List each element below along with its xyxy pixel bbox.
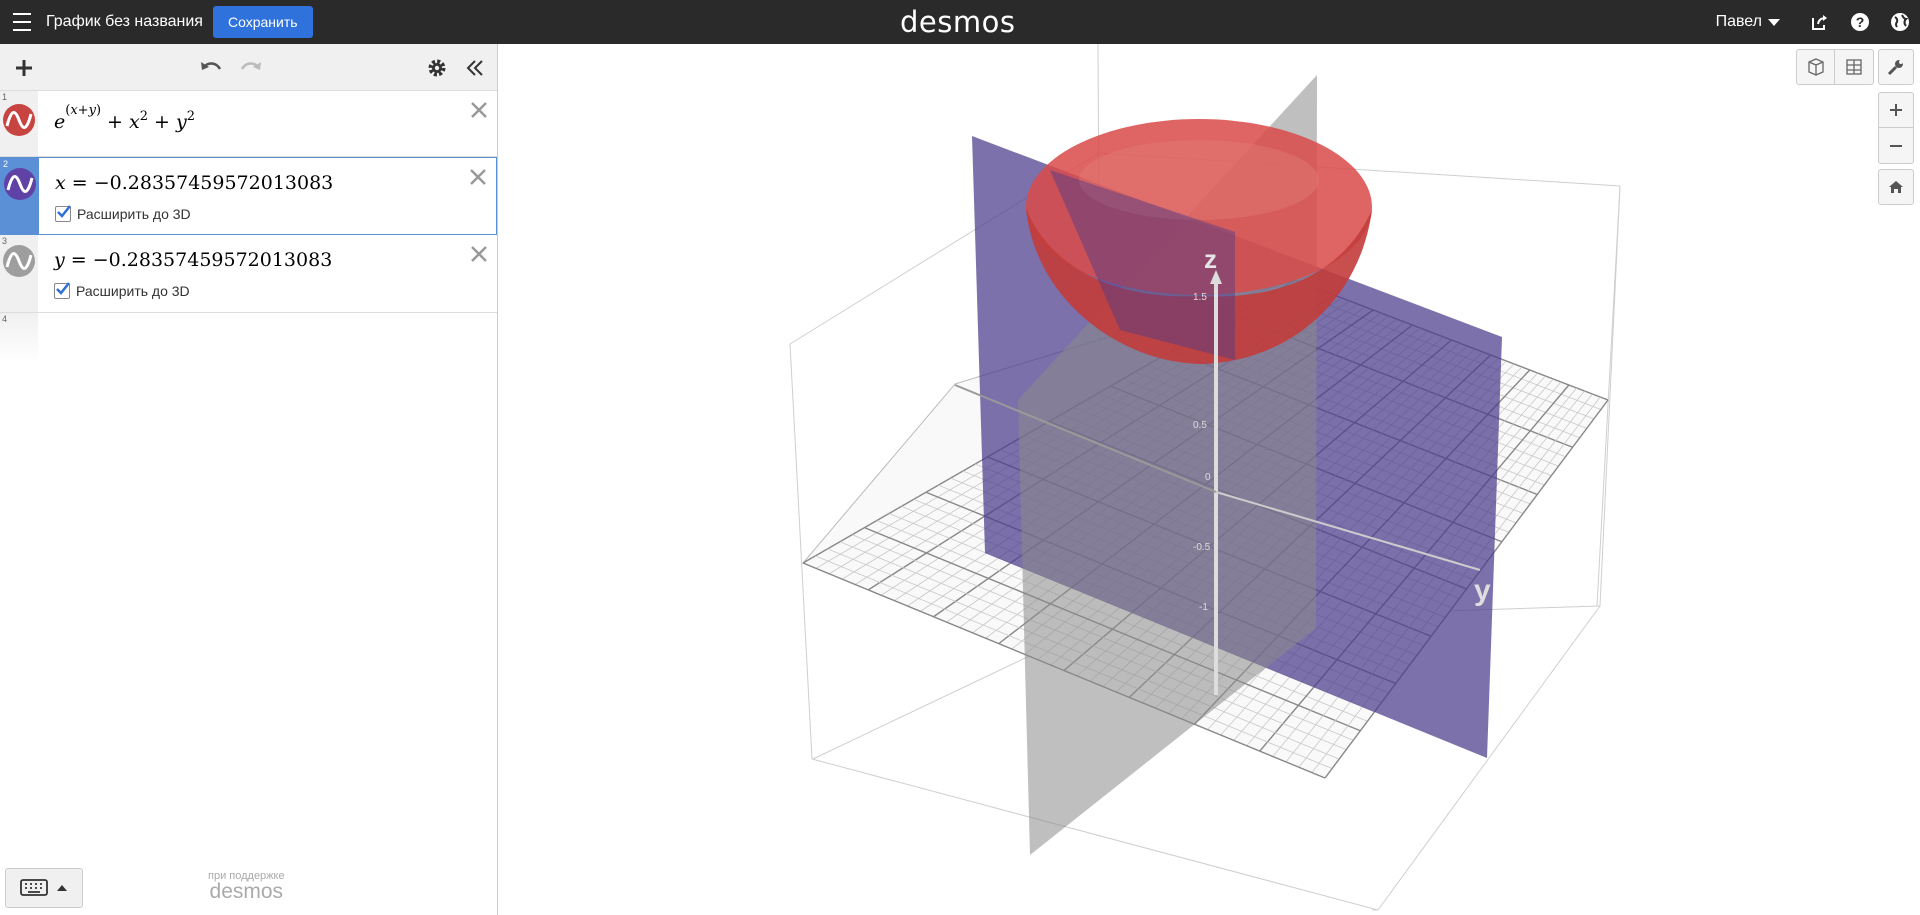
view-toggle-group [1796,49,1874,85]
z-tick-label: -1 [1199,602,1208,613]
z-tick-label: 0.5 [1193,420,1207,431]
expression-index: 1 [2,92,8,102]
grid-view-icon[interactable] [1835,50,1873,84]
zoom-controls [1878,92,1914,164]
expression-gutter: 1 [0,91,38,156]
extend-3d-checkbox[interactable] [55,205,71,222]
caret-up-icon [57,885,67,891]
save-button[interactable]: Сохранить [212,6,313,38]
keyboard-icon [20,879,48,896]
graph-style-icon[interactable] [4,168,36,200]
wrench-icon[interactable] [1878,49,1914,85]
expression-panel: 1 e(x+y) + x2 + y2 2 x = −0.283574595720… [0,44,498,915]
globe-icon[interactable] [1880,0,1920,44]
user-menu[interactable]: Павел [1716,13,1780,31]
double-chevron-left-icon[interactable] [462,44,488,91]
formula-rhs: −0.28357459572013083 [93,172,334,194]
share-icon[interactable] [1800,0,1840,44]
z-axis-label: z [1204,244,1217,274]
home-icon[interactable] [1878,169,1914,205]
expression-gutter: 3 [0,235,38,312]
redo-icon[interactable] [236,44,266,91]
expression-formula[interactable]: y = −0.28357459572013083 [54,249,332,271]
extend-3d-option[interactable]: Расширить до 3D [55,205,191,222]
graph-title[interactable]: График без названия [46,13,203,31]
y-axis-label: y [1474,574,1491,607]
gear-icon[interactable] [424,44,450,91]
extend-3d-option[interactable]: Расширить до 3D [54,282,190,299]
hamburger-icon[interactable] [0,0,44,44]
close-icon[interactable] [467,98,491,122]
extend-3d-label: Расширить до 3D [77,206,191,222]
graph-style-icon[interactable] [3,245,35,277]
extend-3d-label: Расширить до 3D [76,283,190,299]
user-name: Павел [1715,13,1762,30]
top-bar: График без названия Сохранить desmos Пав… [0,0,1920,44]
graph-3d-svg[interactable]: z y 1.5 0.5 0 -0.5 -1 [499,44,1920,915]
keyboard-toggle-button[interactable] [5,868,83,908]
svg-text:?: ? [1856,14,1865,30]
plus-icon[interactable] [8,44,40,91]
expression-formula[interactable]: x = −0.28357459572013083 [55,172,333,194]
z-tick-label: -0.5 [1193,542,1211,553]
desmos-logo: desmos [900,5,1016,39]
expression-gutter: 2 [1,158,39,234]
help-icon[interactable]: ? [1840,0,1880,44]
formula-lhs: y [54,249,65,271]
formula-rhs: −0.28357459572013083 [92,249,333,271]
cube-view-icon[interactable] [1797,50,1835,84]
expression-formula[interactable]: e(x+y) + x2 + y2 [54,103,195,133]
expression-gutter: 4 [0,313,38,363]
expression-row-3[interactable]: 3 y = −0.28357459572013083 Расширить до … [0,235,497,313]
powered-by-logo: desmos [209,880,284,903]
undo-icon[interactable] [196,44,226,91]
close-icon[interactable] [467,242,491,266]
expression-row-4[interactable]: 4 [0,313,497,363]
expression-index: 2 [3,159,9,169]
expression-row-2[interactable]: 2 x = −0.28357459572013083 Расширить до … [0,157,497,235]
close-icon[interactable] [466,165,490,189]
expression-index: 4 [2,314,8,324]
z-tick-label: 0 [1205,472,1211,483]
graph-style-icon[interactable] [3,104,35,136]
z-tick-label: 1.5 [1193,292,1207,303]
formula-lhs: x [55,172,66,194]
extend-3d-checkbox[interactable] [54,282,70,299]
zoom-in-icon[interactable] [1878,93,1914,129]
expression-toolbar [0,44,497,91]
powered-by-desmos: при поддержке desmos [208,870,285,904]
caret-down-icon [1768,18,1780,26]
expression-row-1[interactable]: 1 e(x+y) + x2 + y2 [0,91,497,157]
expression-index: 3 [2,236,8,246]
zoom-out-icon[interactable] [1878,128,1914,163]
graph-canvas[interactable]: z y 1.5 0.5 0 -0.5 -1 [499,44,1920,915]
